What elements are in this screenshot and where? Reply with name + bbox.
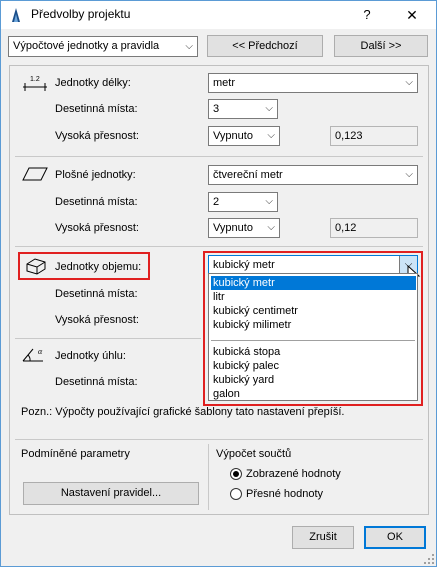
list-item[interactable]: galon	[211, 387, 416, 401]
rules-settings-button[interactable]: Nastavení pravidel...	[23, 482, 199, 505]
svg-text:1.2: 1.2	[30, 76, 40, 83]
chevron-down-icon: ⌵	[265, 103, 273, 114]
area-units-label: Plošné jednotky:	[55, 169, 136, 181]
area-precision-label: Vysoká přesnost:	[55, 222, 139, 234]
chevron-down-icon: ⌵	[405, 77, 413, 88]
preferences-dialog: Předvolby projektu ? ✕ Výpočtové jednotk…	[0, 0, 437, 567]
volume-units-icon	[26, 258, 46, 275]
volume-units-label: Jednotky objemu:	[55, 261, 142, 273]
length-decimals-value: 3	[213, 103, 220, 115]
note-text: Pozn.: Výpočty používající grafické šabl…	[21, 406, 345, 418]
exact-values-radio[interactable]	[230, 488, 242, 500]
list-item[interactable]: kubický milimetr	[211, 318, 416, 332]
volume-precision-label: Vysoká přesnost:	[55, 314, 139, 326]
separator	[15, 246, 423, 247]
area-precision-value: Vypnuto	[213, 222, 253, 234]
conditional-parameters-heading: Podmíněné parametry	[21, 448, 130, 460]
help-button[interactable]: ?	[357, 5, 377, 25]
list-item[interactable]: kubický centimetr	[211, 304, 416, 318]
displayed-values-radio[interactable]	[230, 468, 242, 480]
area-preview-field: 0,12	[330, 218, 418, 238]
displayed-values-label[interactable]: Zobrazené hodnoty	[246, 468, 341, 480]
area-decimals-value: 2	[213, 196, 220, 208]
title-bar: Předvolby projektu ? ✕	[1, 1, 436, 29]
group-divider	[208, 444, 209, 510]
length-preview-field: 0,123	[330, 126, 418, 146]
cancel-button[interactable]: Zrušit	[292, 526, 354, 549]
archicad-app-icon	[12, 8, 20, 22]
list-item[interactable]: litr	[211, 290, 416, 304]
area-precision-dropdown[interactable]: Vypnuto ⌵	[208, 218, 280, 238]
volume-units-value: kubický metr	[213, 259, 275, 271]
length-precision-value: Vypnuto	[213, 130, 253, 142]
svg-text:α: α	[38, 347, 43, 356]
area-decimals-label: Desetinná místa:	[55, 196, 138, 208]
length-precision-dropdown[interactable]: Vypnuto ⌵	[208, 126, 280, 146]
category-dropdown[interactable]: Výpočtové jednotky a pravidla ⌵	[8, 36, 198, 57]
length-decimals-dropdown[interactable]: 3 ⌵	[208, 99, 278, 119]
totals-heading: Výpočet součtů	[216, 448, 292, 460]
angle-units-label: Jednotky úhlu:	[55, 350, 126, 362]
volume-units-dropdown[interactable]: kubický metr ⌵	[208, 255, 418, 275]
list-item[interactable]: kubická stopa	[211, 345, 416, 359]
list-item[interactable]: kubický palec	[211, 359, 416, 373]
exact-values-label[interactable]: Přesné hodnoty	[246, 488, 323, 500]
angle-units-icon: α	[22, 347, 43, 362]
next-button[interactable]: Další >>	[334, 35, 428, 57]
area-units-value: čtvereční metr	[213, 169, 283, 181]
list-item[interactable]: kubický yard	[211, 373, 416, 387]
chevron-down-icon: ⌵	[267, 130, 275, 141]
list-item[interactable]: kubický metr	[211, 276, 416, 290]
area-decimals-dropdown[interactable]: 2 ⌵	[208, 192, 278, 212]
separator	[15, 156, 423, 157]
chevron-down-icon: ⌵	[267, 222, 275, 233]
resize-grip-icon[interactable]	[423, 553, 435, 565]
length-units-label: Jednotky délky:	[55, 77, 131, 89]
window-title: Předvolby projektu	[31, 7, 131, 21]
angle-decimals-label: Desetinná místa:	[55, 376, 138, 388]
chevron-down-icon: ⌵	[405, 169, 413, 180]
list-separator	[211, 340, 415, 341]
length-precision-label: Vysoká přesnost:	[55, 130, 139, 142]
previous-button[interactable]: << Předchozí	[207, 35, 323, 57]
separator	[15, 439, 423, 440]
length-units-dropdown[interactable]: metr ⌵	[208, 73, 418, 93]
area-units-icon	[22, 167, 48, 181]
length-units-value: metr	[213, 77, 235, 89]
chevron-down-icon: ⌵	[265, 196, 273, 207]
area-units-dropdown[interactable]: čtvereční metr ⌵	[208, 165, 418, 185]
length-decimals-label: Desetinná místa:	[55, 103, 138, 115]
volume-units-list: kubický metr litr kubický centimetr kubi…	[208, 273, 418, 401]
volume-decimals-label: Desetinná místa:	[55, 288, 138, 300]
close-button[interactable]: ✕	[399, 5, 425, 25]
separator	[15, 338, 201, 339]
chevron-down-icon: ⌵	[185, 41, 193, 52]
category-value: Výpočtové jednotky a pravidla	[13, 40, 160, 52]
ok-button[interactable]: OK	[364, 526, 426, 549]
length-units-icon: 1.2	[23, 76, 47, 91]
